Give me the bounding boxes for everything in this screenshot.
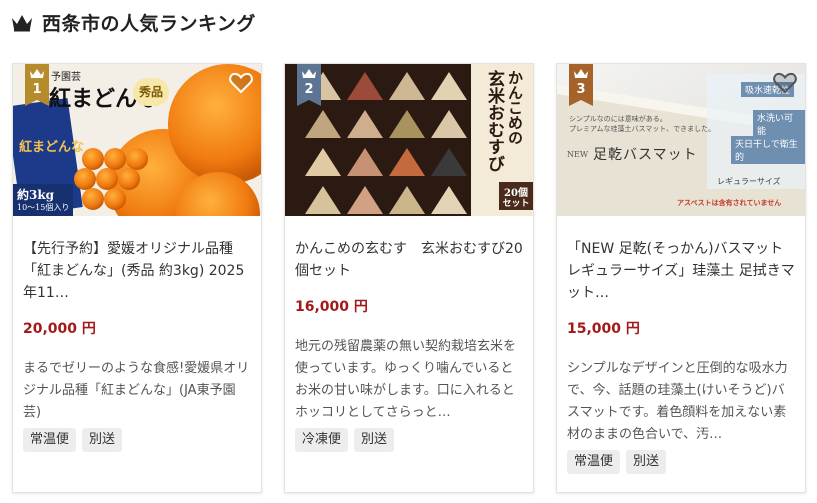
rank-number: 3 xyxy=(576,82,586,97)
product-name[interactable]: 「NEW 足乾(そっかん)バスマット レギュラーサイズ」珪藻土 足拭きマット… xyxy=(567,238,795,304)
count-label: 10〜15個入り xyxy=(17,203,70,212)
product-description: まるでゼリーのような食感!愛媛県オリジナル品種「紅まどんな」(JA東予園芸) xyxy=(23,361,250,420)
rank-badge: 2 xyxy=(297,64,321,106)
rank-badge: 3 xyxy=(569,64,593,106)
grade-badge: 秀品 xyxy=(133,78,169,106)
size-label: レギュラーサイズ xyxy=(717,177,781,186)
product-price: 15,000 円 xyxy=(567,321,640,337)
shipping-tag: 別送 xyxy=(626,450,667,474)
crown-icon xyxy=(12,15,32,32)
shipping-tags: 冷凍便 別送 xyxy=(295,428,523,452)
heart-icon[interactable] xyxy=(773,72,797,94)
shipping-tags: 常温便 別送 xyxy=(567,450,795,474)
asbestos-note: アスベストは含有されていません xyxy=(677,199,782,207)
weight-label: 約3kg xyxy=(17,188,55,202)
shipping-tag: 常温便 xyxy=(567,450,621,474)
ranking-title: 西条市の人気ランキング xyxy=(42,12,256,35)
box-label: 紅まどんな xyxy=(19,140,85,155)
product-name[interactable]: かんこめの玄むす 玄米おむすび20個セット xyxy=(295,238,523,282)
rank-number: 2 xyxy=(304,82,314,97)
product-image[interactable]: かんこめの 玄米おむすび 20個 セット 2 xyxy=(285,64,533,216)
product-description: 地元の残留農薬の無い契約栽培玄米を使っています。ゆっくり噛んでいるとお米の甘い味… xyxy=(295,339,517,420)
new-label: NEW xyxy=(567,150,589,159)
image-title-2: 玄米おむすび xyxy=(484,70,504,172)
image-title-1: かんこめの xyxy=(506,70,524,145)
rank-number: 1 xyxy=(32,82,42,97)
rank-badge: 1 xyxy=(25,64,49,106)
product-price: 16,000 円 xyxy=(295,299,368,315)
section-header: 西条市の人気ランキング xyxy=(10,8,256,36)
heart-icon[interactable] xyxy=(229,72,253,94)
ranking-card-1[interactable]: 予園芸 紅まどんな 秀品 紅まどんな 約3kg 10〜15個入り 1 【先行予約… xyxy=(12,63,262,493)
ranking-card-3[interactable]: 吸水速乾性 水洗い可能 天日干しで衛生的 シンプルなのには意味がある。 プレミア… xyxy=(556,63,806,493)
ranking-card-2[interactable]: かんこめの 玄米おむすび 20個 セット 2 かんこめの玄むす 玄米おむすび20… xyxy=(284,63,534,493)
product-name[interactable]: 【先行予約】愛媛オリジナル品種「紅まどんな」(秀品 約3kg) 2025年11… xyxy=(23,238,251,304)
shipping-tag: 別送 xyxy=(354,428,395,452)
product-logo: 足乾バスマット xyxy=(593,147,698,163)
product-description: シンプルなデザインと圧倒的な吸水力で、今、話題の珪藻土(けいそうど)バスマットで… xyxy=(567,361,788,442)
feature-chip: 水洗い可能 xyxy=(753,110,805,138)
product-price: 20,000 円 xyxy=(23,321,96,337)
shipping-tag: 冷凍便 xyxy=(295,428,349,452)
lead-text: プレミアムな珪藻土バスマット、できました。 xyxy=(569,125,716,133)
shipping-tags: 常温便 別送 xyxy=(23,428,251,452)
product-image[interactable]: 吸水速乾性 水洗い可能 天日干しで衛生的 シンプルなのには意味がある。 プレミア… xyxy=(557,64,805,216)
shipping-tag: 常温便 xyxy=(23,428,77,452)
shipping-tag: 別送 xyxy=(82,428,123,452)
lead-text: シンプルなのには意味がある。 xyxy=(569,115,667,123)
product-image[interactable]: 予園芸 紅まどんな 秀品 紅まどんな 約3kg 10〜15個入り 1 xyxy=(13,64,261,216)
feature-chip: 天日干しで衛生的 xyxy=(731,136,805,164)
set-label: セット xyxy=(502,199,530,209)
